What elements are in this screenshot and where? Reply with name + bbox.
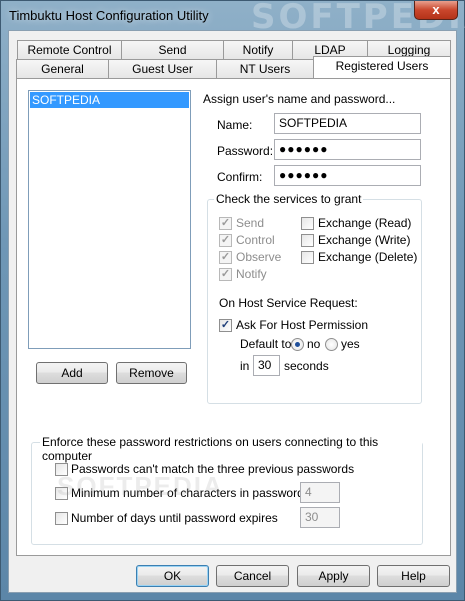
- list-item[interactable]: SOFTPEDIA: [30, 92, 189, 108]
- tab-label: Registered Users: [335, 59, 429, 73]
- exchange-write-label: Exchange (Write): [318, 233, 411, 247]
- tab-label: Send: [158, 43, 187, 57]
- tab-label: Notify: [242, 43, 274, 57]
- tab-remote-control[interactable]: Remote Control: [17, 40, 122, 59]
- notify-label: Notify: [236, 267, 267, 281]
- ask-permission-label: Ask For Host Permission: [236, 318, 369, 332]
- default-yes-label: yes: [341, 337, 360, 351]
- tab-notify[interactable]: Notify: [223, 40, 293, 59]
- tab-label: Remote Control: [27, 43, 112, 57]
- send-checkbox[interactable]: ✓: [219, 217, 232, 230]
- password-input[interactable]: ●●●●●●: [274, 139, 421, 160]
- default-yes-radio[interactable]: [325, 338, 338, 351]
- observe-checkbox[interactable]: ✓: [219, 251, 232, 264]
- observe-label: Observe: [236, 250, 282, 264]
- close-button[interactable]: x: [414, 1, 458, 20]
- ask-permission-checkbox[interactable]: ✓: [219, 319, 232, 332]
- dialog-body: Remote Control Send Notify LDAP Logging …: [8, 30, 457, 593]
- tab-guest-user[interactable]: Guest User: [108, 59, 217, 78]
- name-input[interactable]: SOFTPEDIA: [274, 113, 421, 134]
- close-icon: x: [432, 2, 440, 17]
- confirm-label: Confirm:: [217, 170, 263, 184]
- expiry-days-checkbox[interactable]: [55, 512, 68, 525]
- assign-heading: Assign user's name and password...: [203, 92, 396, 106]
- tab-label: General: [41, 62, 84, 76]
- notify-checkbox[interactable]: ✓: [219, 268, 232, 281]
- restrictions-group-title: Enforce these password restrictions on u…: [40, 435, 422, 463]
- ok-button[interactable]: OK: [136, 565, 209, 587]
- default-no-radio[interactable]: [291, 338, 304, 351]
- tab-general[interactable]: General: [16, 59, 109, 78]
- apply-button[interactable]: Apply: [297, 565, 370, 587]
- seconds-label: seconds: [284, 359, 329, 373]
- title-bar[interactable]: SOFTPEDIA Timbuktu Host Configuration Ut…: [1, 0, 465, 37]
- in-label: in: [240, 359, 250, 373]
- exchange-delete-checkbox[interactable]: [301, 251, 314, 264]
- timeout-seconds-input[interactable]: 30: [253, 355, 280, 376]
- exchange-read-label: Exchange (Read): [318, 216, 412, 230]
- exchange-read-checkbox[interactable]: [301, 217, 314, 230]
- name-label: Name:: [217, 118, 253, 132]
- user-list[interactable]: SOFTPEDIA: [28, 90, 191, 349]
- min-length-input[interactable]: 4: [300, 482, 340, 503]
- registered-users-panel: SOFTPEDIA Add Remove Assign user's name …: [16, 78, 451, 556]
- tab-label: NT Users: [239, 62, 291, 76]
- default-no-label: no: [307, 337, 321, 351]
- default-to-label: Default to: [240, 337, 292, 351]
- tab-nt-users[interactable]: NT Users: [216, 59, 314, 78]
- exchange-write-checkbox[interactable]: [301, 234, 314, 247]
- expiry-days-label: Number of days until password expires: [71, 511, 278, 525]
- tab-label: LDAP: [314, 43, 346, 57]
- remove-user-button[interactable]: Remove: [116, 362, 187, 384]
- control-checkbox[interactable]: ✓: [219, 234, 232, 247]
- services-group-title: Check the services to grant: [214, 192, 364, 206]
- tab-send[interactable]: Send: [121, 40, 224, 59]
- main-window: SOFTPEDIA Timbuktu Host Configuration Ut…: [0, 0, 465, 601]
- host-request-title: On Host Service Request:: [219, 296, 358, 310]
- window-title: Timbuktu Host Configuration Utility: [9, 8, 209, 23]
- exchange-delete-label: Exchange (Delete): [318, 250, 418, 264]
- password-label: Password:: [217, 144, 274, 158]
- add-user-button[interactable]: Add: [36, 362, 108, 384]
- body-watermark: SOFTPEDIA: [57, 471, 224, 501]
- cancel-button[interactable]: Cancel: [216, 565, 289, 587]
- services-group: Check the services to grant ✓ Send ✓ Con…: [207, 192, 422, 404]
- send-label: Send: [236, 216, 265, 230]
- tab-label: Logging: [387, 43, 431, 57]
- confirm-password-input[interactable]: ●●●●●●: [274, 165, 421, 186]
- help-button[interactable]: Help: [377, 565, 450, 587]
- tab-label: Guest User: [132, 62, 193, 76]
- expiry-days-input[interactable]: 30: [300, 507, 340, 528]
- tab-registered-users[interactable]: Registered Users: [313, 56, 451, 78]
- control-label: Control: [236, 233, 275, 247]
